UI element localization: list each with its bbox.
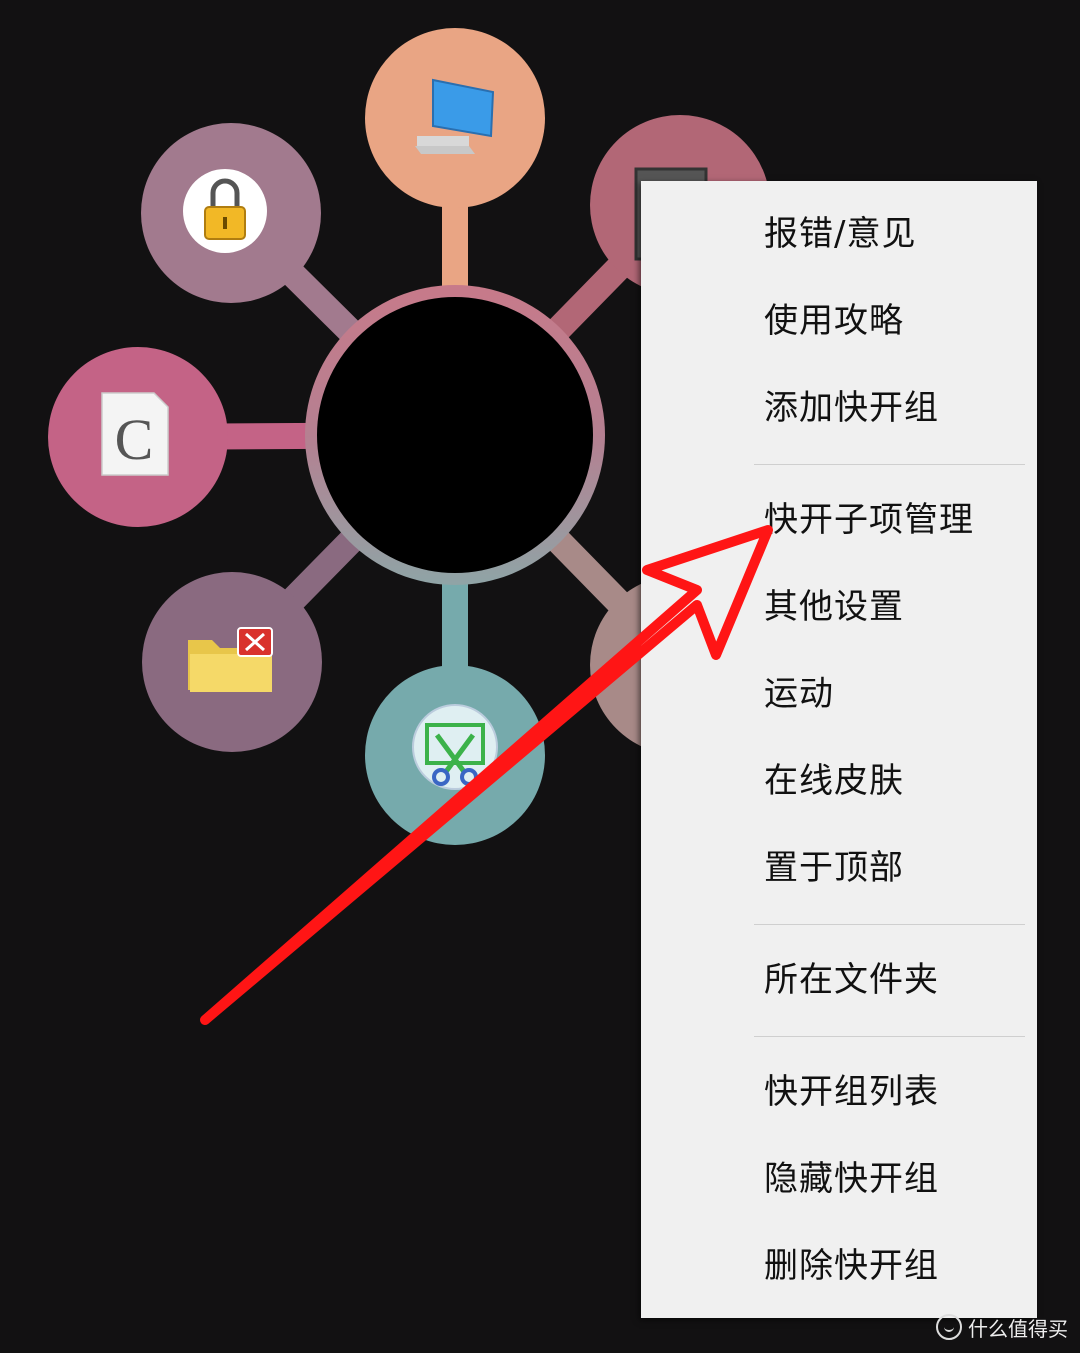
- hub-center[interactable]: [317, 297, 593, 573]
- smile-icon: [936, 1314, 962, 1340]
- menu-item[interactable]: 使用攻略: [641, 278, 1037, 365]
- scissors-icon: [412, 704, 498, 790]
- menu-item[interactable]: 所在文件夹: [641, 937, 1037, 1024]
- menu-item[interactable]: 快开子项管理: [641, 477, 1037, 564]
- menu-separator: [754, 924, 1025, 925]
- menu-item[interactable]: 报错/意见: [641, 191, 1037, 278]
- bubble-folder[interactable]: [142, 572, 322, 752]
- menu-item[interactable]: 运动: [641, 651, 1037, 738]
- menu-item[interactable]: 快开组列表: [641, 1049, 1037, 1136]
- menu-item[interactable]: 添加快开组: [641, 365, 1037, 452]
- bubble-lock[interactable]: [141, 123, 321, 303]
- menu-item[interactable]: 置于顶部: [641, 825, 1037, 912]
- menu-item[interactable]: 其他设置: [641, 564, 1037, 651]
- menu-item[interactable]: 删除快开组: [641, 1223, 1037, 1310]
- bubble-screenshot-tool[interactable]: [365, 665, 545, 845]
- menu-item[interactable]: 隐藏快开组: [641, 1136, 1037, 1223]
- context-menu: 报错/意见 使用攻略 添加快开组快开子项管理 其他设置 运动 在线皮肤 置于顶部所在文件夹快…: [641, 181, 1037, 1318]
- bubble-computer[interactable]: [365, 28, 545, 208]
- menu-separator: [754, 1036, 1025, 1037]
- c-document-icon: C: [101, 392, 169, 476]
- menu-item[interactable]: 在线皮肤: [641, 738, 1037, 825]
- watermark-text: 什么值得买: [968, 1316, 1068, 1341]
- watermark: 什么值得买: [936, 1311, 1068, 1343]
- lock-icon: [183, 169, 267, 253]
- bubble-c-document[interactable]: C: [48, 347, 228, 527]
- menu-separator: [754, 464, 1025, 465]
- svg-text:C: C: [115, 407, 154, 472]
